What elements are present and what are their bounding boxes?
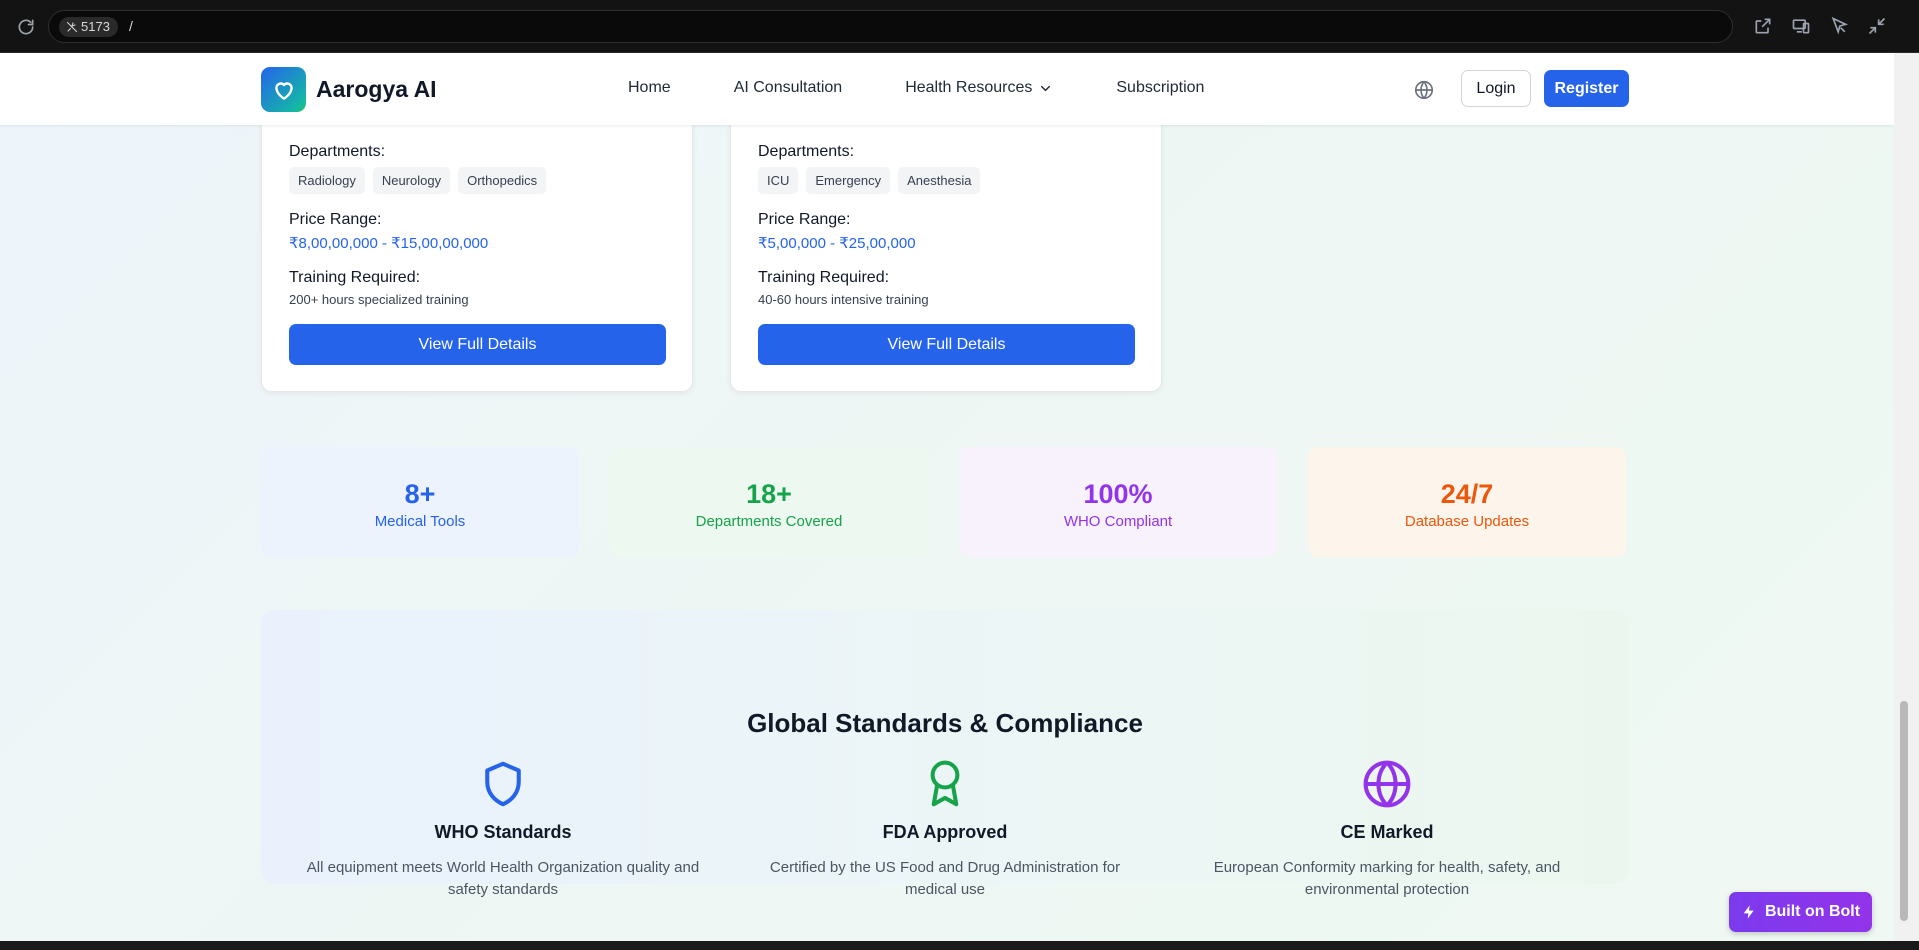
stat-value: 100%	[1083, 479, 1153, 509]
language-globe-icon[interactable]	[1413, 79, 1435, 101]
compliance-text: Certified by the US Food and Drug Admini…	[769, 859, 1121, 898]
department-tag: ICU	[758, 167, 799, 194]
compliance-heading: WHO Standards	[434, 822, 572, 842]
nav-home[interactable]: Home	[628, 79, 671, 97]
reload-icon[interactable]	[16, 17, 36, 37]
award-icon	[930, 760, 960, 807]
site-header: Aarogya AI Home AI Consultation Health R…	[0, 53, 1894, 125]
plug-icon	[66, 21, 78, 33]
stat-departments-covered: 18+ Departments Covered	[610, 447, 928, 557]
page-viewport: Aarogya AI Home AI Consultation Health R…	[0, 53, 1894, 941]
training-value: 40-60 hours intensive training	[758, 292, 929, 307]
department-tags: Radiology Neurology Orthopedics	[289, 167, 547, 194]
tool-card: Departments: ICU Emergency Anesthesia Pr…	[730, 93, 1162, 392]
address-bar[interactable]: 5173 /	[48, 10, 1733, 43]
compliance-section: Global Standards & Compliance WHO Standa…	[261, 610, 1629, 898]
nav-ai-consultation[interactable]: AI Consultation	[734, 79, 843, 97]
globe-icon	[1363, 760, 1411, 808]
inspect-cursor-icon[interactable]	[1829, 16, 1849, 36]
training-value: 200+ hours specialized training	[289, 292, 469, 307]
nav-subscription[interactable]: Subscription	[1116, 79, 1204, 97]
compliance-fda: FDA Approved Certified by the US Food an…	[745, 757, 1145, 901]
departments-label: Departments:	[289, 143, 386, 160]
main-nav: Home AI Consultation Health Resources Su…	[628, 79, 1204, 97]
compliance-heading: CE Marked	[1340, 822, 1434, 842]
department-tag: Radiology	[289, 167, 365, 194]
badge-label: Built on Bolt	[1764, 903, 1861, 920]
url-path: /	[129, 18, 133, 34]
open-external-icon[interactable]	[1753, 16, 1773, 36]
register-button[interactable]: Register	[1544, 70, 1629, 107]
stat-database-updates: 24/7 Database Updates	[1308, 447, 1626, 557]
compliance-title: Global Standards & Compliance	[747, 708, 1143, 738]
lightning-icon	[1743, 905, 1754, 919]
scrollbar-thumb[interactable]	[1900, 701, 1908, 921]
stat-who-compliant: 100% WHO Compliant	[959, 447, 1277, 557]
department-tag: Orthopedics	[458, 167, 547, 194]
tool-card: Departments: Radiology Neurology Orthope…	[261, 93, 693, 392]
price-range-value: ₹5,00,000 - ₹25,00,000	[758, 235, 916, 252]
view-full-details-button[interactable]: View Full Details	[758, 324, 1135, 365]
stat-caption: Medical Tools	[374, 513, 466, 530]
department-tag: Neurology	[372, 167, 451, 194]
stat-value: 18+	[746, 479, 792, 509]
stat-medical-tools: 8+ Medical Tools	[261, 447, 579, 557]
shield-icon	[485, 761, 521, 807]
price-range-value: ₹8,00,00,000 - ₹15,00,00,000	[289, 235, 489, 252]
department-tag: Emergency	[806, 167, 891, 194]
nav-health-resources[interactable]: Health Resources	[905, 79, 1053, 97]
compliance-text: European Conformity marking for health, …	[1213, 859, 1561, 898]
window-bottom-edge	[0, 941, 1919, 950]
stat-caption: WHO Compliant	[1063, 513, 1173, 530]
device-preview-icon[interactable]	[1791, 16, 1811, 36]
page-scrollbar[interactable]	[1894, 53, 1919, 941]
brand-logo[interactable]: Aarogya AI	[261, 67, 437, 112]
training-label: Training Required:	[758, 269, 890, 286]
heart-icon	[261, 67, 306, 112]
departments-label: Departments:	[758, 143, 855, 160]
department-tag: Anesthesia	[898, 167, 981, 194]
price-range-label: Price Range:	[289, 211, 382, 228]
port-number: 5173	[81, 19, 110, 34]
compliance-ce: CE Marked European Conformity marking fo…	[1187, 757, 1587, 901]
stat-value: 24/7	[1440, 479, 1494, 509]
minimize-icon[interactable]	[1867, 16, 1887, 36]
department-tags: ICU Emergency Anesthesia	[758, 167, 981, 194]
view-full-details-button[interactable]: View Full Details	[289, 324, 666, 365]
training-label: Training Required:	[289, 269, 421, 286]
stat-caption: Database Updates	[1404, 513, 1530, 530]
stat-caption: Departments Covered	[695, 513, 843, 530]
port-badge[interactable]: 5173	[59, 17, 118, 37]
nav-health-resources-label: Health Resources	[905, 79, 1033, 96]
built-on-bolt-badge[interactable]: Built on Bolt	[1729, 892, 1872, 932]
compliance-who: WHO Standards All equipment meets World …	[303, 757, 703, 901]
login-button[interactable]: Login	[1461, 70, 1531, 107]
price-range-label: Price Range:	[758, 211, 851, 228]
compliance-heading: FDA Approved	[882, 822, 1008, 842]
brand-name: Aarogya AI	[316, 76, 437, 102]
chevron-down-icon	[1041, 85, 1051, 91]
browser-toolbar: 5173 /	[0, 0, 1919, 53]
stat-value: 8+	[404, 479, 436, 509]
compliance-text: All equipment meets World Health Organiz…	[306, 859, 700, 898]
